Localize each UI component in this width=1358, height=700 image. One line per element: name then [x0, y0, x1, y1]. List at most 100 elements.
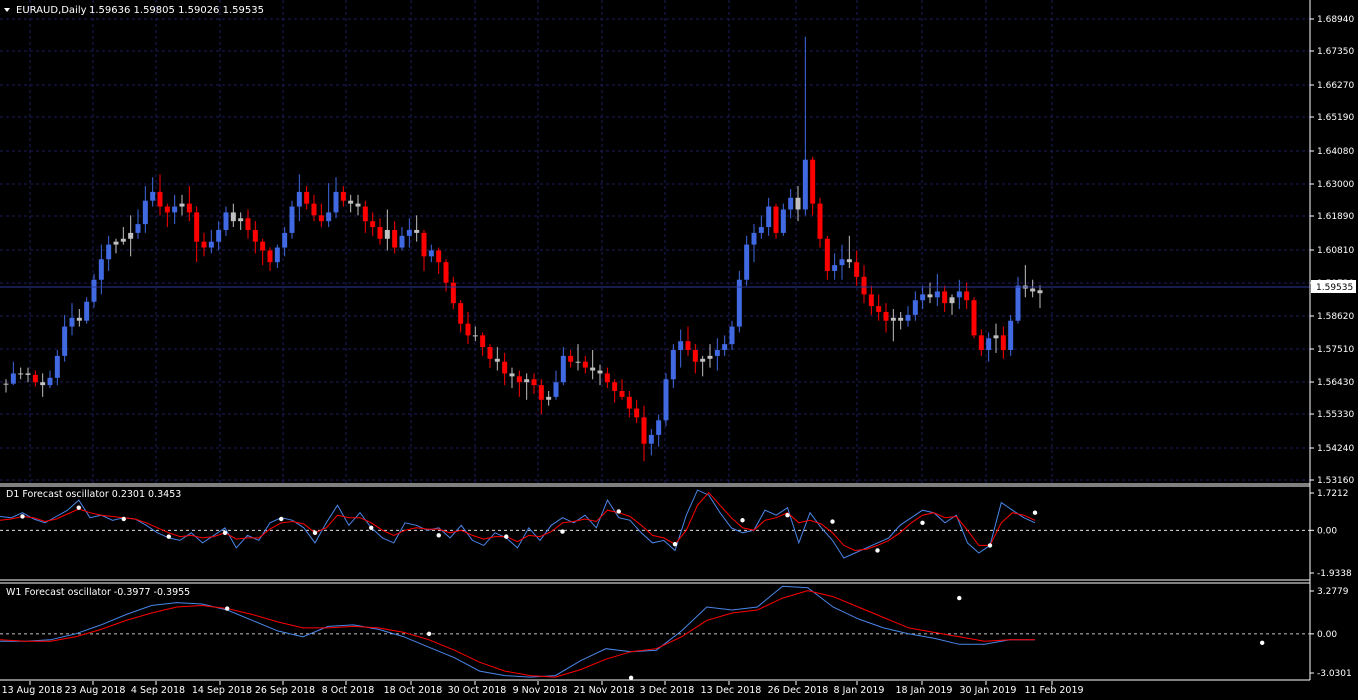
osc-tick-label: -1.9338 [1317, 569, 1352, 579]
signal-dot [504, 534, 509, 539]
price-tick-label: 1.56430 [1317, 378, 1354, 388]
candle-body [260, 241, 266, 251]
time-tick-label: 21 Nov 2018 [574, 685, 635, 696]
candle-body [98, 259, 104, 280]
candle-body [377, 227, 383, 239]
signal-dot [628, 675, 634, 681]
osc-tick-label: 1.7212 [1317, 489, 1349, 499]
candle-body [32, 374, 38, 383]
candle-body [509, 373, 515, 377]
candle-body [172, 206, 178, 213]
d1-axis: 1.7212 0.00 -1.9338 [1310, 489, 1352, 579]
candle-body [223, 212, 229, 230]
candle-body [458, 303, 464, 324]
price-axis[interactable]: 1.68940 1.67350 1.66270 1.65190 1.64080 1.630… [1310, 15, 1356, 486]
candle-body [414, 229, 420, 233]
signal-dot [369, 525, 374, 531]
candle-body [788, 197, 794, 210]
main-panel[interactable] [0, 0, 1310, 484]
candle-body [898, 317, 904, 321]
time-tick-label: 14 Sep 2018 [192, 685, 252, 696]
candle-body [106, 244, 112, 260]
candle-body [340, 191, 346, 201]
candle-body [795, 197, 801, 210]
signal-dot [785, 513, 790, 518]
candle-body [810, 159, 816, 204]
signal-dot [166, 534, 171, 539]
candle-body [245, 218, 251, 230]
candle-body [69, 317, 75, 327]
candle-body [238, 218, 244, 222]
candle-body [582, 361, 588, 368]
signal-dot [20, 514, 25, 519]
time-axis[interactable]: 13 Aug 2018 23 Aug 2018 4 Sep 2018 14 Sep 2… [2, 681, 1084, 696]
candle-body [1037, 290, 1043, 294]
candle-body [91, 279, 97, 302]
signal-dot [560, 529, 565, 534]
candle-body [194, 212, 200, 242]
osc-tick-label: 3.2779 [1317, 587, 1349, 597]
d1-oscillator-panel[interactable]: 1.7212 0.00 -1.9338 D1 Forecast oscillator… [0, 486, 1352, 580]
candle-body [384, 229, 390, 239]
signal-dot [830, 519, 835, 524]
signal-dot [312, 530, 318, 536]
candle-body [839, 259, 845, 266]
signal-dot [616, 509, 621, 514]
candle-body [216, 229, 222, 242]
d1-panel-bg [0, 486, 1310, 580]
candle-body [663, 379, 669, 421]
candle-body [612, 382, 618, 391]
candle-body [3, 383, 9, 385]
w1-panel-bg [0, 583, 1310, 680]
candle-body [1015, 285, 1021, 321]
candle-body [766, 206, 772, 228]
candle-body [1000, 335, 1006, 351]
candle-body [648, 434, 654, 444]
candle-body [854, 262, 860, 277]
candle-body [538, 385, 544, 400]
price-tick-label: 1.63000 [1317, 180, 1354, 190]
candle-body [406, 229, 412, 236]
candle-body [824, 238, 830, 271]
candle-body [164, 206, 170, 213]
signal-dot [121, 516, 126, 522]
candle-body [362, 206, 368, 222]
main-header: EURAUD,Daily 1.59636 1.59805 1.59026 1.5… [4, 5, 264, 16]
signal-dot [672, 541, 678, 547]
candle-body [531, 379, 537, 386]
candle-body [150, 191, 156, 201]
candle-body [135, 224, 141, 233]
candle-body [318, 215, 324, 222]
candle-body [1008, 320, 1014, 351]
candle-body [876, 306, 882, 312]
candle-body [157, 191, 163, 207]
candle-body [128, 232, 134, 239]
candle-body [817, 203, 823, 239]
candle-body [568, 355, 574, 362]
osc-tick-label: 0.00 [1317, 630, 1337, 640]
price-tick-label: 1.57510 [1317, 345, 1354, 355]
candle-body [113, 241, 119, 245]
candle-body [641, 417, 647, 444]
candle-body [450, 282, 456, 304]
candle-body [392, 229, 398, 248]
candle-body [758, 227, 764, 233]
candle-body [179, 203, 185, 207]
w1-oscillator-panel[interactable]: 3.2779 0.00 -3.0301 W1 Forecast oscillator… [0, 583, 1352, 681]
candle-body [76, 317, 82, 321]
signal-dot [224, 606, 230, 611]
candle-body [10, 373, 16, 384]
candle-body [729, 326, 735, 345]
candle-body [956, 291, 962, 298]
time-tick-label: 11 Feb 2019 [1024, 685, 1083, 696]
candle-body [436, 250, 442, 263]
candle-body [465, 323, 471, 336]
candle-body [890, 317, 896, 321]
candle-body [920, 294, 926, 301]
candle-body [942, 291, 948, 304]
price-tick-label: 1.53160 [1317, 476, 1354, 486]
candle-body [421, 232, 427, 257]
candle-body [832, 265, 838, 271]
signal-dot [279, 516, 284, 522]
chart-root[interactable]: EURAUD,Daily 1.59636 1.59805 1.59026 1.5… [0, 0, 1358, 700]
